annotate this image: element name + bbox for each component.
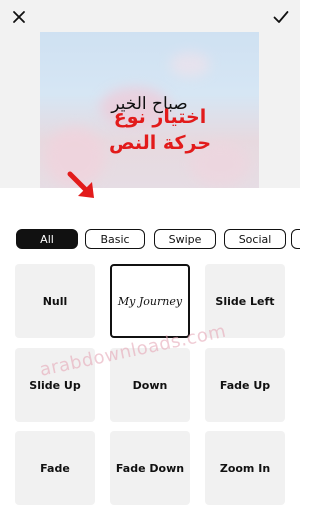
animation-slide-left[interactable]: Slide Left bbox=[205, 264, 285, 338]
category-tabs: All Basic Swipe Social bbox=[0, 229, 300, 251]
tab-more[interactable] bbox=[291, 229, 300, 249]
animation-label: Zoom In bbox=[219, 461, 271, 475]
tab-all[interactable]: All bbox=[16, 229, 78, 249]
close-icon[interactable] bbox=[8, 6, 30, 28]
animation-label: Slide Left bbox=[215, 294, 275, 308]
checkmark-icon[interactable] bbox=[270, 6, 292, 28]
overlay-caption-line2: حركة النص bbox=[108, 132, 212, 154]
overlay-caption-line1: اختيار نوع bbox=[113, 106, 207, 128]
animation-zoom-in[interactable]: Zoom In bbox=[205, 431, 285, 505]
tab-basic[interactable]: Basic bbox=[85, 229, 145, 249]
animation-grid: Null My Journey Slide Left Slide Up Down… bbox=[0, 264, 300, 505]
animation-slide-up[interactable]: Slide Up bbox=[15, 348, 95, 422]
animation-label: Fade Down bbox=[115, 461, 185, 475]
animation-fade-down[interactable]: Fade Down bbox=[110, 431, 190, 505]
animation-label: Slide Up bbox=[29, 378, 81, 392]
animation-my-journey[interactable]: My Journey bbox=[110, 264, 190, 338]
animation-fade-up[interactable]: Fade Up bbox=[205, 348, 285, 422]
animation-label: Fade bbox=[40, 461, 70, 475]
animation-label: Down bbox=[132, 378, 168, 392]
animation-fade[interactable]: Fade bbox=[15, 431, 95, 505]
red-arrow-icon bbox=[67, 171, 94, 198]
animation-null[interactable]: Null bbox=[15, 264, 95, 338]
animation-label: My Journey bbox=[117, 294, 183, 308]
animation-label: Null bbox=[42, 294, 68, 308]
tab-swipe[interactable]: Swipe bbox=[154, 229, 216, 249]
animation-label: Fade Up bbox=[219, 378, 271, 392]
tab-social[interactable]: Social bbox=[224, 229, 286, 249]
overlay-caption: اختيار نوع حركة النص bbox=[95, 104, 225, 156]
top-bar bbox=[0, 0, 300, 32]
animation-down[interactable]: Down bbox=[110, 348, 190, 422]
